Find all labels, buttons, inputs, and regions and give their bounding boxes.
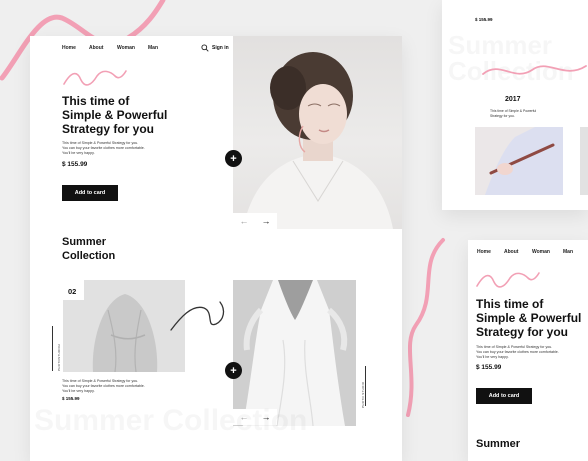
black-curl-decoration [170, 301, 225, 331]
hero-title-line1: This time of [62, 94, 130, 108]
plus-icon: + [230, 152, 237, 165]
right-top-description: This time of Simple & Powerful Strategy … [490, 109, 570, 119]
arrow-right-icon[interactable]: → [262, 216, 271, 226]
right-top-desc-line2: Strategy for you. [490, 114, 515, 118]
plus-icon: + [230, 364, 237, 377]
right-top-price: $ 155.99 [475, 17, 493, 22]
right-nav-woman[interactable]: Woman [532, 249, 550, 255]
right-bottom-title-line1: This time of [476, 297, 544, 311]
squiggle-decoration-right [406, 238, 445, 417]
collection-vertical-line [52, 326, 53, 371]
collection-watermark: Summer Collection [34, 406, 307, 436]
right-bottom-title: This time of Simple & Powerful Strategy … [476, 297, 588, 339]
nav-home[interactable]: Home [62, 45, 76, 51]
collection-number: 02 [68, 287, 77, 296]
hero-title-line2: Simple & Powerful [62, 108, 168, 122]
collection-title-line1: Summer [62, 236, 107, 248]
right-top-photo-2 [580, 127, 588, 195]
right-top-card: $ 155.99 Summer Collection 2017 This tim… [442, 0, 588, 210]
collection-vertical-label: PHOTOSTUDIO2 [57, 343, 61, 371]
nav-about[interactable]: About [89, 45, 103, 51]
right-top-photo [475, 127, 563, 195]
right-bottom-squiggle [476, 272, 540, 288]
right-bottom-footer-title: Summer [476, 438, 521, 450]
right-bottom-title-line2: Simple & Powerful [476, 311, 582, 325]
right-bottom-add-to-card-button[interactable]: Add to card [476, 388, 532, 404]
hero-model-illustration [243, 52, 393, 229]
collection-desc-line3: You'll be very happy. [62, 389, 95, 393]
main-landing-card: Home About Woman Man Sign in This time o… [30, 36, 402, 461]
dress-vertical-label: PHOTO STUDIO [361, 381, 365, 408]
right-top-photo-illustration [475, 127, 563, 195]
nav-man[interactable]: Man [148, 45, 158, 51]
collection-description: This time of Simple & Powerful Strategy … [62, 379, 182, 394]
right-bottom-desc-line3: You'll be very happy. [476, 355, 509, 359]
right-bottom-title-line3: Strategy for you [476, 325, 569, 339]
right-bottom-price: $ 155.99 [476, 364, 502, 371]
collection-plus-button[interactable]: + [225, 362, 242, 379]
add-to-card-button[interactable]: Add to card [62, 185, 118, 201]
arrow-left-icon[interactable]: ← [240, 216, 249, 226]
right-bottom-description: This time of Simple & Powerful Strategy … [476, 345, 586, 360]
right-top-squiggle [482, 65, 587, 75]
dress-vertical-line [365, 366, 366, 406]
nav-woman[interactable]: Woman [117, 45, 135, 51]
search-icon[interactable] [201, 44, 209, 52]
hero-desc-line3: You'll be very happy. [62, 151, 95, 155]
right-nav-about[interactable]: About [504, 249, 518, 255]
hero-slider-arrows: ← → [233, 213, 277, 229]
hero-model-photo [233, 36, 402, 229]
sign-in-link[interactable]: Sign in [212, 45, 229, 51]
right-bottom-card: Home About Woman Man This time of Simple… [468, 240, 588, 461]
hero-title: This time of Simple & Powerful Strategy … [62, 94, 192, 136]
right-nav-home[interactable]: Home [477, 249, 491, 255]
hero-plus-button[interactable]: + [225, 150, 242, 167]
hero-description: This time of Simple & Powerful Strategy … [62, 141, 182, 156]
title-squiggle-decoration [63, 70, 127, 86]
hero-title-line3: Strategy for you [62, 122, 155, 136]
right-top-year: 2017 [505, 96, 521, 103]
collection-title: Summer Collection [62, 235, 115, 263]
collection-title-line2: Collection [62, 250, 116, 262]
hero-price: $ 155.99 [62, 161, 88, 168]
right-nav-man[interactable]: Man [563, 249, 573, 255]
collection-price: $ 155.99 [62, 396, 80, 401]
